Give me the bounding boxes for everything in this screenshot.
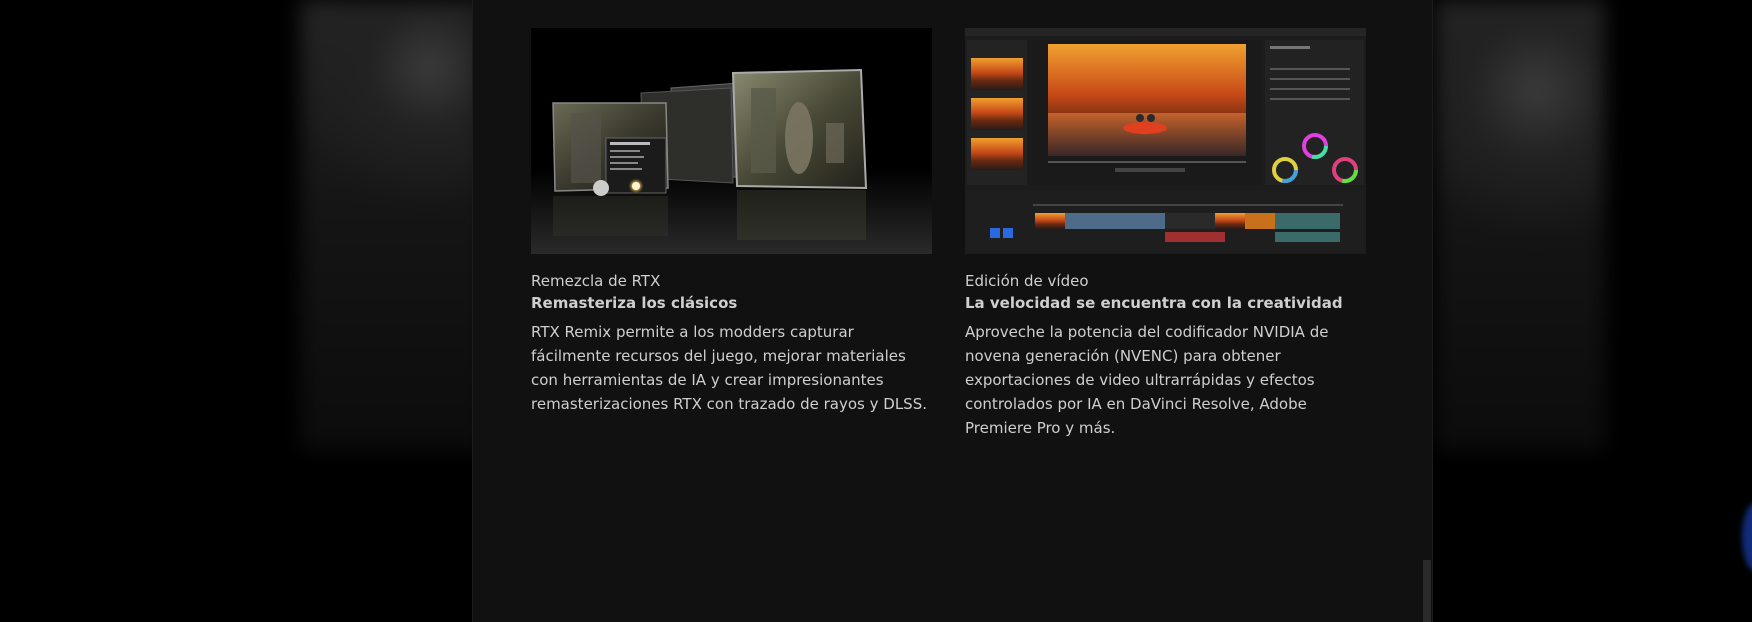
feature-card-video-editing[interactable]: Edición de vídeo La velocidad se encuent…	[965, 28, 1366, 440]
feature-modal: Remezcla de RTX Remasteriza los clásicos…	[472, 0, 1433, 622]
card-heading: La velocidad se encuentra con la creativ…	[965, 294, 1343, 312]
card-description: RTX Remix permite a los modders capturar…	[531, 323, 927, 413]
blurred-backdrop-left	[300, 0, 485, 450]
card-heading: Remasteriza los clásicos	[531, 294, 738, 312]
page: Remezcla de RTX Remasteriza los clásicos…	[0, 0, 1752, 622]
card-description: Aproveche la potencia del codificador NV…	[965, 323, 1329, 437]
rtx-remix-image	[531, 28, 932, 254]
corner-decoration	[1742, 502, 1752, 572]
card-subtitle: Remezcla de RTX	[531, 272, 661, 290]
card-subtitle: Edición de vídeo	[965, 272, 1089, 290]
scrollbar[interactable]	[1423, 560, 1431, 622]
feature-card-rtx-remix[interactable]: Remezcla de RTX Remasteriza los clásicos…	[531, 28, 932, 416]
blurred-backdrop-right	[1435, 0, 1605, 450]
video-editing-image	[965, 28, 1366, 254]
